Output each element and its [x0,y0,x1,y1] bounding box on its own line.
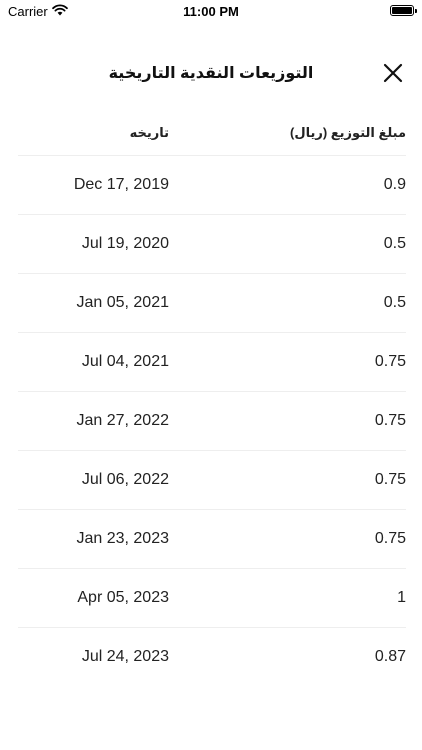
dividend-amount: 0.87 [374,648,406,665]
screen: Carrier 11:00 PM التوزيعات النقدية التار… [0,0,422,750]
table-row: Jan 27, 2022 0.75 [18,392,406,451]
dividend-amount: 0.5 [383,294,406,311]
table-row: Dec 17, 2019 0.9 [18,156,406,215]
dividend-date: Jul 24, 2023 [81,648,169,665]
battery-fill [392,7,412,14]
dividends-table: تاريخه مبلغ التوزيع (ريال) Dec 17, 2019 0… [18,114,406,687]
dividend-date: Jan 23, 2023 [76,530,169,547]
dividend-amount: 1 [397,589,406,606]
table-row: Apr 05, 2023 1 [18,569,406,628]
dividend-date: Jan 05, 2021 [76,294,169,311]
dividend-date: Apr 05, 2023 [77,589,169,606]
dividend-date: Jul 19, 2020 [81,235,169,252]
dividend-date: Jul 06, 2022 [81,471,169,488]
dividend-amount: 0.75 [374,471,406,488]
dividend-amount: 0.75 [374,353,406,370]
column-header-date: تاريخه [129,125,169,140]
table-header: تاريخه مبلغ التوزيع (ريال) [18,114,406,156]
dividend-amount: 0.9 [383,176,406,193]
table-row: Jul 24, 2023 0.87 [18,628,406,687]
close-button[interactable] [376,60,410,86]
dividend-amount: 0.75 [374,530,406,547]
header: التوزيعات النقدية التاريخية [0,52,422,94]
column-header-amount: مبلغ التوزيع (ريال) [290,125,406,140]
table-body: Dec 17, 2019 0.9 Jul 19, 2020 0.5 Jan 05, 20… [18,156,406,687]
table-row: Jan 23, 2023 0.75 [18,510,406,569]
table-row: Jul 04, 2021 0.75 [18,333,406,392]
status-bar: Carrier 11:00 PM [0,0,422,22]
battery-tip [415,9,417,13]
table-row: Jul 06, 2022 0.75 [18,451,406,510]
page-title: التوزيعات النقدية التاريخية [108,65,314,82]
table-row: Jan 05, 2021 0.5 [18,274,406,333]
status-time: 11:00 PM [183,4,239,19]
dividend-date: Dec 17, 2019 [73,176,169,193]
table-row: Jul 19, 2020 0.5 [18,215,406,274]
dividend-date: Jul 04, 2021 [81,353,169,370]
dividend-date: Jan 27, 2022 [76,412,169,429]
close-icon [383,63,403,83]
dividend-amount: 0.5 [383,235,406,252]
dividend-amount: 0.75 [374,412,406,429]
battery-icon [390,5,417,16]
